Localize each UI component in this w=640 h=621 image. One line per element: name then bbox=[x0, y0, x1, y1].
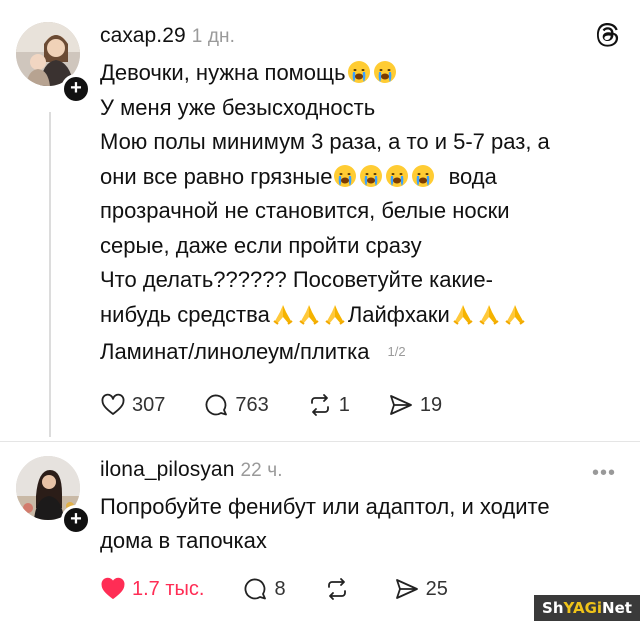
comment-count: 763 bbox=[235, 393, 269, 416]
post-header: сахар.29 1 дн. bbox=[100, 24, 235, 48]
reply-body: Попробуйте фенибут или адаптол, и ходите… bbox=[100, 490, 625, 558]
like-button[interactable]: 307 bbox=[100, 392, 165, 418]
heart-filled-icon bbox=[101, 577, 125, 599]
reply-actions: 1.7 тыс. 8 25 bbox=[100, 576, 486, 602]
post-actions: 307 763 1 19 bbox=[100, 392, 480, 418]
reply-line-2: дома в тапочках bbox=[100, 528, 267, 553]
post-time: 1 дн. bbox=[191, 26, 236, 47]
post-line-9: Ламинат/линолеум/плитка 1/2 bbox=[100, 334, 625, 371]
crying-face-icon bbox=[373, 60, 397, 84]
folded-hands-icon bbox=[451, 302, 475, 326]
reply-header: ilona_pilosyan 22 ч. bbox=[100, 458, 283, 482]
share-icon bbox=[395, 579, 418, 599]
folded-hands-icon bbox=[297, 302, 321, 326]
reply-line-1: Попробуйте фенибут или адаптол, и ходите bbox=[100, 494, 550, 519]
crying-face-icon bbox=[385, 164, 409, 188]
post-divider bbox=[0, 441, 640, 442]
repost-icon bbox=[310, 394, 329, 416]
repost-count: 1 bbox=[338, 393, 350, 416]
repost-button[interactable]: 1 bbox=[307, 392, 350, 418]
post-body: Девочки, нужна помощь У меня уже безысхо… bbox=[100, 56, 625, 371]
crying-face-icon bbox=[359, 164, 383, 188]
threads-logo-icon[interactable] bbox=[592, 18, 624, 50]
like-button[interactable]: 1.7 тыс. bbox=[100, 576, 204, 602]
repost-button[interactable] bbox=[324, 576, 356, 602]
share-icon bbox=[389, 395, 412, 415]
post-line-7: Что делать?????? Посоветуйте какие- bbox=[100, 267, 493, 292]
share-button[interactable]: 19 bbox=[388, 392, 442, 418]
site-watermark: ShYAGiNet bbox=[534, 595, 640, 621]
post-username[interactable]: сахар.29 bbox=[100, 24, 186, 47]
follow-plus-icon[interactable]: + bbox=[61, 74, 91, 104]
comment-count: 8 bbox=[274, 577, 286, 600]
share-count: 19 bbox=[419, 393, 443, 416]
heart-icon bbox=[101, 393, 125, 415]
post-line-2: У меня уже безысходность bbox=[100, 94, 376, 120]
reply-username[interactable]: ilona_pilosyan bbox=[100, 458, 235, 481]
post-line-8: нибудь средства Лайфхаки bbox=[100, 298, 625, 333]
post-line-4: они все равно грязные вода bbox=[100, 163, 497, 189]
like-count: 307 bbox=[132, 393, 166, 416]
comment-button[interactable]: 8 bbox=[242, 576, 286, 602]
share-count: 25 bbox=[425, 577, 448, 600]
folded-hands-icon bbox=[271, 302, 295, 326]
comment-button[interactable]: 763 bbox=[203, 392, 269, 418]
crying-face-icon bbox=[411, 164, 435, 188]
more-options-icon[interactable]: ••• bbox=[592, 462, 616, 485]
repost-icon bbox=[327, 578, 346, 600]
post-line-1: Девочки, нужна помощь bbox=[100, 56, 625, 91]
crying-face-icon bbox=[333, 164, 357, 188]
reply-time: 22 ч. bbox=[240, 460, 283, 481]
comment-icon bbox=[245, 578, 267, 600]
page-counter: 1/2 bbox=[387, 344, 406, 359]
folded-hands-icon bbox=[503, 302, 527, 326]
post-line-6: серые, даже если пройти сразу bbox=[100, 232, 422, 258]
crying-face-icon bbox=[347, 60, 371, 84]
comment-icon bbox=[205, 394, 228, 416]
folded-hands-icon bbox=[477, 302, 501, 326]
folded-hands-icon bbox=[323, 302, 347, 326]
post-line-3: Мою полы минимум 3 раза, а то и 5-7 раз,… bbox=[100, 129, 550, 154]
post-line-5: прозрачной не становится, белые носки bbox=[100, 198, 510, 223]
thread-connector-line bbox=[49, 112, 51, 437]
share-button[interactable]: 25 bbox=[394, 576, 448, 602]
like-count: 1.7 тыс. bbox=[132, 577, 205, 600]
follow-plus-icon[interactable]: + bbox=[61, 505, 91, 535]
